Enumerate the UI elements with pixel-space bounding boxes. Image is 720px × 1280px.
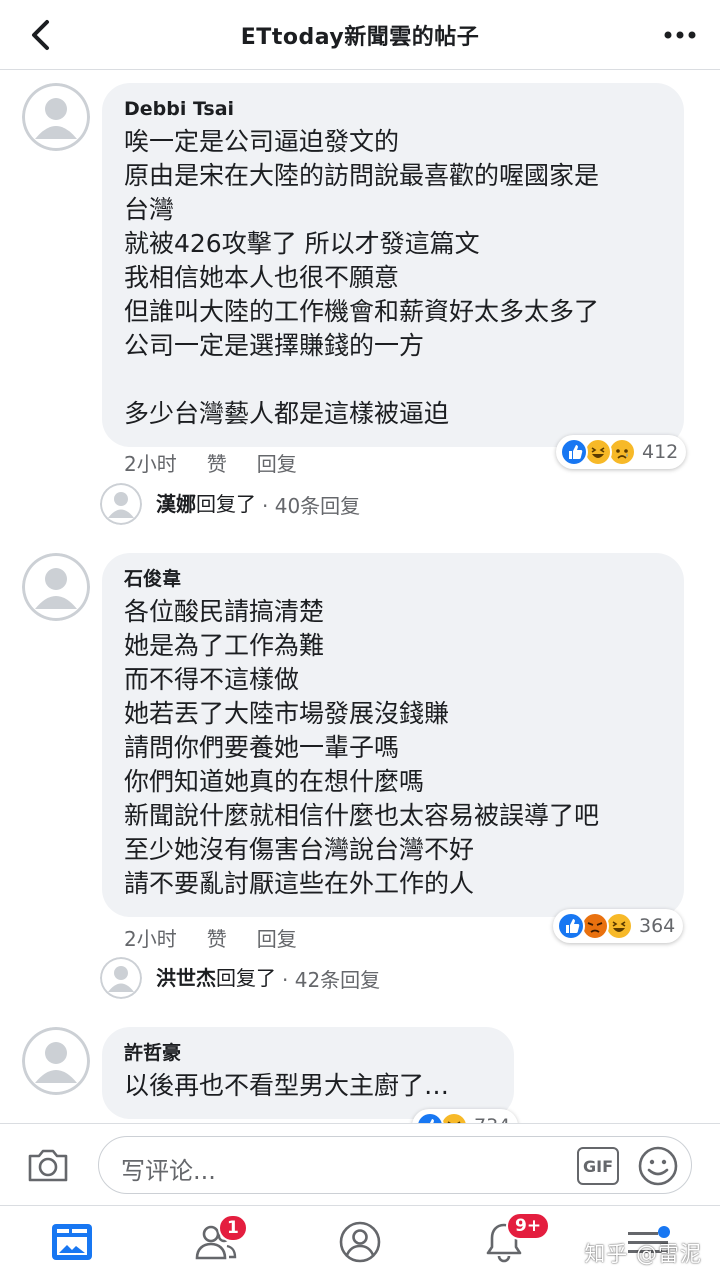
comment-text-line: 各位酸民請搞清楚 xyxy=(124,597,325,626)
comment-time: 2小时 xyxy=(124,452,177,476)
reply-verb: 回复了 xyxy=(216,966,276,990)
avatar[interactable] xyxy=(22,1027,90,1095)
emoji-icon[interactable] xyxy=(637,1145,679,1187)
comment-text-line: 就被426攻擊了 所以才發這篇文 xyxy=(124,229,480,258)
comment-text-line: 公司一定是選擇賺錢的一方 xyxy=(124,331,425,360)
comment-author[interactable]: 石俊韋 xyxy=(124,567,662,591)
avatar[interactable] xyxy=(22,83,90,151)
comment-feed[interactable]: Debbi Tsai 唉一定是公司逼迫發文的 原由是宋在大陸的訪問說最喜歡的喔國… xyxy=(0,71,720,1123)
comment-text-line: 而不得不這樣做 xyxy=(124,665,300,694)
comment-author[interactable]: Debbi Tsai xyxy=(124,97,662,121)
reply-count: · 40条回复 xyxy=(262,493,361,518)
page-title: ETtoday新聞雲的帖子 xyxy=(240,24,480,50)
watermark: 知乎 @雷泥 xyxy=(584,1242,702,1266)
comment-text-line: 請不要亂討厭這些在外工作的人 xyxy=(124,869,475,898)
profile-icon[interactable] xyxy=(338,1220,382,1264)
comment-bubble[interactable]: 許哲豪 以後再也不看型男大主廚了… xyxy=(102,1027,514,1119)
reply-author: 漢娜 xyxy=(156,492,196,516)
view-replies-link[interactable]: 洪世杰回复了 · 42条回复 xyxy=(100,957,380,999)
reply-verb: 回复了 xyxy=(196,492,256,516)
reaction-summary[interactable]: 364 xyxy=(553,909,684,943)
sad-reaction-icon xyxy=(608,438,636,466)
bottom-tab-bar: 1 9+ 知乎 @雷泥 xyxy=(0,1205,720,1280)
comment-actions: 2小时 赞 回复 xyxy=(124,448,297,477)
like-reaction-icon xyxy=(557,912,585,940)
back-arrow-icon[interactable] xyxy=(22,15,62,55)
notifications-badge: 9+ xyxy=(506,1212,551,1240)
reply-count: · 42条回复 xyxy=(282,967,381,992)
haha-reaction-icon xyxy=(605,912,633,940)
comment-author[interactable]: 許哲豪 xyxy=(124,1041,492,1065)
avatar xyxy=(100,483,142,525)
reaction-count: 734 xyxy=(474,1115,510,1123)
haha-reaction-icon xyxy=(584,438,612,466)
reply-button[interactable]: 回复 xyxy=(257,923,297,952)
reaction-summary[interactable]: 734 xyxy=(412,1109,519,1123)
comment-placeholder: 写评论... xyxy=(121,1157,216,1185)
comment-text-line: 請問你們要養她一輩子嗎 xyxy=(124,733,400,762)
view-replies-link[interactable]: 漢娜回复了 · 40条回复 xyxy=(100,483,360,525)
comment-composer: 写评论... GIF xyxy=(0,1123,720,1205)
comment-text-line: 她是為了工作為難 xyxy=(124,631,325,660)
news-feed-icon[interactable] xyxy=(50,1220,94,1264)
camera-icon[interactable] xyxy=(26,1144,70,1186)
gif-button[interactable]: GIF xyxy=(577,1147,619,1185)
reply-button[interactable]: 回复 xyxy=(257,448,297,477)
reply-author: 洪世杰 xyxy=(156,966,216,990)
comment-text-line: 你們知道她真的在想什麼嗎 xyxy=(124,767,425,796)
top-bar: ETtoday新聞雲的帖子 xyxy=(0,0,720,70)
comment-text-line: 台灣 xyxy=(124,195,175,224)
reaction-count: 364 xyxy=(639,915,676,937)
comment-text-line: 她若丟了大陸市場發展沒錢賺 xyxy=(124,699,450,728)
comment-actions: 2小时 赞 回复 xyxy=(124,923,297,952)
comment-text-line: 但誰叫大陸的工作機會和薪資好太多太多了 xyxy=(124,297,600,326)
comment-text-line: 多少台灣藝人都是這樣被逼迫 xyxy=(124,399,450,428)
avatar xyxy=(100,957,142,999)
comment-bubble[interactable]: 石俊韋 各位酸民請搞清楚 她是為了工作為難 而不得不這樣做 她若丟了大陸市場發展… xyxy=(102,553,684,917)
comment-text-line: 以後再也不看型男大主廚了… xyxy=(124,1071,450,1100)
comment-text-line: 新聞說什麼就相信什麼也太容易被誤導了吧 xyxy=(124,801,600,830)
friends-badge: 1 xyxy=(218,1214,248,1242)
comment-text-line: 原由是宋在大陸的訪問說最喜歡的喔國家是 xyxy=(124,161,600,190)
comment-text-line: 我相信她本人也很不願意 xyxy=(124,263,400,292)
avatar[interactable] xyxy=(22,553,90,621)
angry-reaction-icon xyxy=(581,912,609,940)
comment-bubble[interactable]: Debbi Tsai 唉一定是公司逼迫發文的 原由是宋在大陸的訪問說最喜歡的喔國… xyxy=(102,83,684,447)
reply-summary: 洪世杰回复了 xyxy=(156,957,276,999)
reaction-count: 412 xyxy=(642,441,679,463)
more-options-icon[interactable] xyxy=(660,20,700,50)
haha-reaction-icon xyxy=(440,1112,468,1123)
comment-text-line: 唉一定是公司逼迫發文的 xyxy=(124,127,400,156)
like-reaction-icon xyxy=(560,438,588,466)
like-reaction-icon xyxy=(416,1112,444,1123)
like-button[interactable]: 赞 xyxy=(207,448,227,477)
comment-text-line xyxy=(124,363,662,397)
comment-time: 2小时 xyxy=(124,927,177,951)
reply-summary: 漢娜回复了 xyxy=(156,483,256,525)
comment-text-line: 至少她沒有傷害台灣說台灣不好 xyxy=(124,835,475,864)
reaction-summary[interactable]: 412 xyxy=(556,435,687,469)
like-button[interactable]: 赞 xyxy=(207,923,227,952)
comment-input[interactable]: 写评论... GIF xyxy=(98,1136,692,1194)
